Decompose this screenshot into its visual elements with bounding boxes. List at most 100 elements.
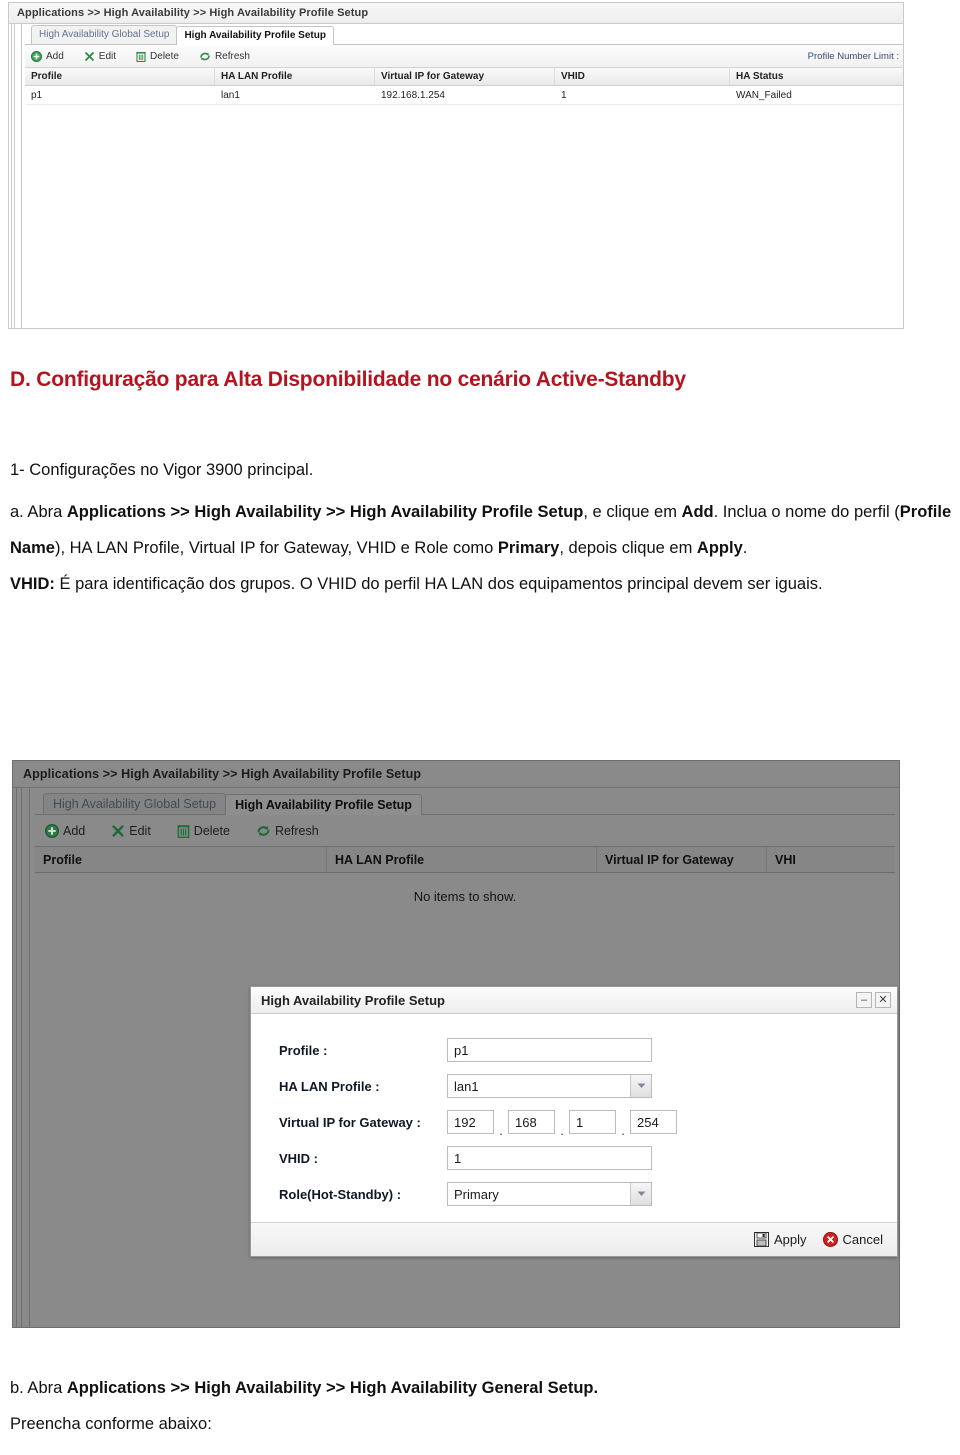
paragraph-vhid-note: VHID: É para identificação dos grupos. O…: [10, 566, 955, 602]
edit-icon: [84, 51, 95, 62]
paragraph-step-a: a. Abra Applications >> High Availabilit…: [10, 494, 955, 566]
tab-high-availability-profile-setup[interactable]: High Availability Profile Setup: [225, 794, 422, 815]
add-label: Add: [46, 50, 64, 62]
save-icon: [754, 1232, 769, 1247]
field-row-role: Role(Hot-Standby) : Primary: [251, 1176, 897, 1212]
text-run: , e clique em: [583, 503, 682, 521]
refresh-button[interactable]: Refresh: [199, 51, 250, 62]
cell-ha-lan-profile: lan1: [221, 89, 240, 101]
tab-high-availability-global-setup[interactable]: High Availability Global Setup: [43, 793, 227, 814]
high-availability-profile-setup-dialog: High Availability Profile Setup – ✕ Prof…: [250, 986, 898, 1257]
edit-label: Edit: [98, 50, 117, 62]
tab-high-availability-global-setup[interactable]: High Availability Global Setup: [31, 25, 178, 44]
virtual-ip-octet-2[interactable]: 168: [508, 1110, 555, 1134]
text-bold: Add: [681, 503, 714, 521]
column-header-profile: Profile: [35, 847, 327, 872]
add-button[interactable]: Add: [31, 50, 64, 62]
page-title: D. Configuração para Alta Disponibilidad…: [10, 368, 686, 391]
breadcrumb: Applications >> High Availability >> Hig…: [8, 2, 904, 24]
table-row[interactable]: p1 lan1 192.168.1.254 1 WAN_Failed: [25, 86, 903, 105]
column-header-vhid: VHI: [775, 852, 796, 867]
virtual-ip-octet-4[interactable]: 254: [630, 1110, 677, 1134]
vhid-input[interactable]: 1: [447, 1146, 652, 1170]
column-header-virtual-ip: Virtual IP for Gateway: [597, 847, 767, 872]
ip-separator-dot: .: [499, 1123, 503, 1138]
text-bold: Apply: [696, 539, 743, 557]
role-select[interactable]: Primary: [447, 1182, 652, 1206]
toolbar: Add Edit Delete: [35, 815, 895, 847]
add-icon: [45, 823, 59, 838]
table-header-row: Profile HA LAN Profile Virtual IP for Ga…: [25, 68, 903, 86]
text-run: b. Abra: [10, 1379, 67, 1397]
delete-button[interactable]: Delete: [136, 51, 179, 62]
add-label: Add: [63, 823, 86, 838]
cell-virtual-ip: 192.168.1.254: [381, 89, 445, 101]
paragraph-step-b: b. Abra Applications >> High Availabilit…: [10, 1370, 955, 1406]
virtual-ip-octet-1[interactable]: 192: [447, 1110, 494, 1134]
chevron-down-icon: [630, 1183, 651, 1205]
delete-label: Delete: [150, 50, 179, 62]
trash-icon: [177, 824, 190, 838]
table-header-row: Profile HA LAN Profile Virtual IP for Ga…: [35, 847, 895, 873]
trash-icon: [136, 51, 146, 62]
add-button[interactable]: Add: [45, 823, 86, 838]
text-bold: Applications >> High Availability >> Hig…: [66, 1379, 599, 1397]
paragraph-fill-below: Preencha conforme abaixo:: [10, 1415, 212, 1433]
role-label: Role(Hot-Standby) :: [279, 1186, 402, 1202]
empty-state-text: No items to show.: [413, 889, 517, 904]
refresh-label: Refresh: [214, 50, 250, 62]
dialog-title-bar: High Availability Profile Setup – ✕: [251, 987, 897, 1014]
apply-button[interactable]: Apply: [754, 1232, 807, 1247]
vhid-label: VHID :: [279, 1150, 318, 1166]
column-header-ha-lan-profile: HA LAN Profile: [215, 68, 375, 85]
dialog-form: Profile : p1 HA LAN Profile : lan1 Virtu…: [251, 1014, 897, 1222]
text-run: É para identificação dos grupos. O VHID …: [54, 575, 823, 593]
profile-number-limit: Profile Number Limit :: [807, 51, 899, 62]
delete-label: Delete: [193, 823, 230, 838]
ha-lan-profile-select[interactable]: lan1: [447, 1074, 652, 1098]
minimize-icon[interactable]: –: [856, 992, 872, 1008]
field-row-vhid: VHID : 1: [251, 1140, 897, 1176]
dialog-title: High Availability Profile Setup: [261, 992, 445, 1008]
edit-label: Edit: [129, 823, 151, 838]
refresh-icon: [256, 824, 271, 838]
profile-input[interactable]: p1: [447, 1038, 652, 1062]
column-header-ha-status: HA Status: [736, 71, 784, 82]
edit-button[interactable]: Edit: [84, 51, 116, 62]
cell-profile: p1: [31, 89, 43, 101]
apply-label: Apply: [774, 1232, 807, 1247]
text-bold: Applications >> High Availability >> Hig…: [66, 503, 584, 521]
close-icon[interactable]: ✕: [875, 992, 891, 1008]
text-bold: VHID:: [10, 575, 55, 593]
ha-lan-profile-label: HA LAN Profile :: [279, 1078, 380, 1094]
edit-icon: [111, 824, 125, 838]
tab-strip: High Availability Global Setup High Avai…: [25, 24, 903, 45]
cell-ha-status: WAN_Failed: [736, 89, 792, 101]
refresh-icon: [199, 51, 211, 62]
edit-button[interactable]: Edit: [111, 824, 151, 838]
cancel-button[interactable]: Cancel: [822, 1232, 883, 1247]
top-router-screenshot: Applications >> High Availability >> Hig…: [8, 2, 904, 329]
cancel-label: Cancel: [842, 1232, 883, 1247]
ip-separator-dot: .: [621, 1123, 625, 1138]
field-row-virtual-ip: Virtual IP for Gateway : 192 . 168 . 1 .…: [251, 1104, 897, 1140]
virtual-ip-octet-3[interactable]: 1: [569, 1110, 616, 1134]
tab-high-availability-profile-setup[interactable]: High Availability Profile Setup: [176, 26, 334, 45]
cancel-icon: [822, 1232, 838, 1247]
virtual-ip-label: Virtual IP for Gateway :: [279, 1114, 421, 1130]
text-bold: Primary: [497, 539, 560, 557]
dialog-footer: Apply Cancel: [251, 1222, 897, 1256]
text-run: .: [742, 539, 748, 557]
text-run: ), HA LAN Profile, Virtual IP for Gatewa…: [54, 539, 498, 557]
chevron-down-icon: [630, 1075, 651, 1097]
delete-button[interactable]: Delete: [177, 824, 230, 838]
column-header-ha-lan-profile: HA LAN Profile: [327, 847, 597, 872]
text-run: . Inclua o nome do perfil (: [713, 503, 900, 521]
profile-label: Profile :: [279, 1042, 328, 1058]
text-run: , depois clique em: [559, 539, 697, 557]
field-row-ha-lan-profile: HA LAN Profile : lan1: [251, 1068, 897, 1104]
column-header-virtual-ip: Virtual IP for Gateway: [375, 68, 555, 85]
field-row-profile: Profile : p1: [251, 1032, 897, 1068]
refresh-button[interactable]: Refresh: [256, 824, 319, 838]
paragraph-step-1: 1- Configurações no Vigor 3900 principal…: [10, 461, 314, 479]
